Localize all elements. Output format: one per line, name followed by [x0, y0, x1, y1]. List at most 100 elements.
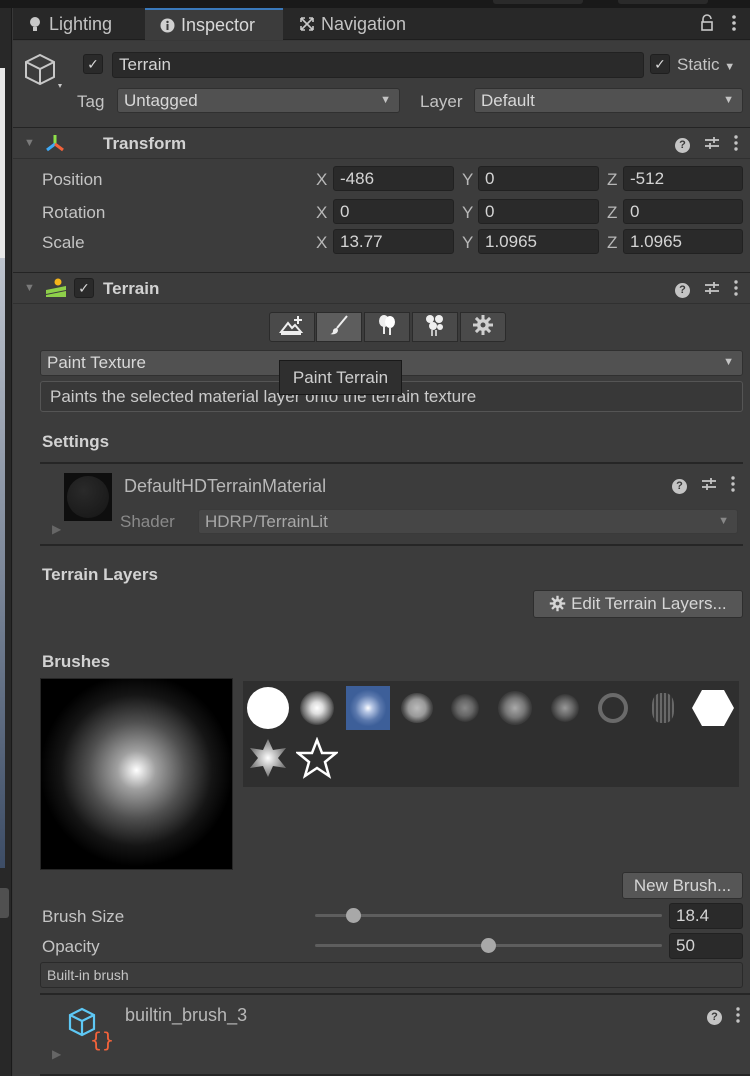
tool-terrain-settings[interactable] [460, 312, 506, 342]
brush-size-slider-track[interactable] [315, 914, 662, 917]
paintbrush-icon [328, 314, 350, 341]
brush-size-slider-thumb[interactable] [345, 908, 361, 923]
new-brush-button[interactable]: New Brush... [622, 872, 743, 899]
tab-label: Navigation [321, 13, 407, 34]
x-axis-label[interactable]: X [316, 170, 327, 190]
brush-asset-name: builtin_brush_3 [125, 1005, 248, 1025]
foldout-arrow-icon[interactable]: ▼ [24, 282, 35, 294]
scale-x-input[interactable]: 13.77 [333, 229, 454, 254]
tool-paint-details[interactable] [412, 312, 458, 342]
z-axis-label[interactable]: Z [607, 170, 617, 190]
opacity-input[interactable]: 50 [669, 933, 743, 959]
position-label: Position [42, 170, 103, 189]
foldout-arrow-icon[interactable]: ▼ [24, 137, 35, 149]
object-name-input[interactable]: Terrain [112, 52, 644, 78]
help-icon[interactable]: ? [675, 283, 690, 298]
terrain-component-header[interactable]: ▼ ✓ Terrain ? [13, 272, 750, 302]
more-options-icon[interactable] [731, 476, 735, 497]
more-options-icon[interactable] [734, 280, 738, 301]
divider [13, 303, 750, 304]
foldout-arrow-icon[interactable]: ▶ [52, 522, 61, 536]
brush-cells[interactable] [591, 686, 635, 730]
brush-star-soft[interactable] [246, 736, 290, 780]
more-options-icon[interactable] [732, 14, 736, 37]
brush-hexagon[interactable] [691, 686, 735, 730]
active-checkbox[interactable]: ✓ [83, 54, 103, 74]
static-dropdown[interactable]: Static ▼ [677, 55, 735, 75]
flowers-icon [423, 313, 447, 342]
left-panel-tab[interactable] [0, 888, 9, 918]
position-y-input[interactable]: 0 [478, 166, 599, 191]
tab-bar-actions [700, 14, 736, 37]
brush-gaussian[interactable] [346, 686, 390, 730]
brush-hard-circle[interactable] [246, 686, 290, 730]
x-axis-label[interactable]: X [316, 233, 327, 253]
brush-preview [40, 678, 233, 870]
terrain-icon [45, 278, 67, 303]
help-icon[interactable]: ? [675, 138, 690, 153]
scale-z-input[interactable]: 1.0965 [623, 229, 743, 254]
chevron-down-icon: ▼ [724, 61, 736, 73]
scale-y-input[interactable]: 1.0965 [478, 229, 599, 254]
shader-dropdown[interactable]: HDRP/TerrainLit ▼ [198, 509, 738, 534]
opacity-slider-thumb[interactable] [481, 938, 496, 953]
terrain-enabled-checkbox[interactable]: ✓ [74, 278, 94, 298]
tab-inspector[interactable]: Inspector [145, 8, 283, 40]
presets-icon[interactable] [704, 280, 720, 301]
tool-paint-trees[interactable] [364, 312, 410, 342]
lock-icon[interactable] [700, 14, 714, 37]
chevron-down-icon: ▼ [718, 515, 729, 527]
tab-lighting[interactable]: Lighting [13, 8, 126, 40]
gameobject-icon[interactable] [22, 52, 66, 99]
position-z-input[interactable]: -512 [623, 166, 743, 191]
left-panel-content-lower [0, 258, 5, 868]
material-header-actions: ? [672, 476, 735, 497]
presets-icon[interactable] [701, 476, 717, 497]
editor-tab-bar: Lighting Inspector Navigation [13, 8, 750, 40]
transform-title: Transform [103, 134, 187, 153]
rotation-x-input[interactable]: 0 [333, 199, 454, 224]
z-axis-label[interactable]: Z [607, 203, 617, 223]
brush-star-outline[interactable] [295, 736, 339, 780]
help-icon[interactable]: ? [672, 479, 687, 494]
brush-asset-actions: ? [707, 1007, 740, 1028]
more-options-icon[interactable] [734, 135, 738, 156]
brush-noise-1[interactable] [443, 686, 487, 730]
help-icon[interactable]: ? [707, 1010, 722, 1025]
tab-navigation[interactable]: Navigation [285, 8, 420, 40]
rotation-y-input[interactable]: 0 [478, 199, 599, 224]
brush-cloud[interactable] [395, 686, 439, 730]
scriptable-object-icon: {} [68, 1007, 114, 1058]
navigation-icon [299, 16, 315, 32]
shader-value: HDRP/TerrainLit [205, 512, 328, 531]
z-axis-label[interactable]: Z [607, 233, 617, 253]
tooltip: Paint Terrain [279, 360, 402, 395]
rotation-z-input[interactable]: 0 [623, 199, 743, 224]
foldout-arrow-icon[interactable]: ▶ [52, 1047, 61, 1061]
x-axis-label[interactable]: X [316, 203, 327, 223]
brush-soft-circle[interactable] [295, 686, 339, 730]
transform-component-header[interactable]: ▼ Transform ? [13, 127, 750, 157]
tool-paint-terrain[interactable] [316, 312, 362, 342]
layer-dropdown[interactable]: Default ▼ [474, 88, 743, 113]
y-axis-label[interactable]: Y [462, 170, 473, 190]
position-x-input[interactable]: -486 [333, 166, 454, 191]
brush-grass[interactable] [641, 686, 685, 730]
y-axis-label[interactable]: Y [462, 203, 473, 223]
edit-terrain-layers-button[interactable]: Edit Terrain Layers... [533, 590, 743, 618]
brush-noise-2[interactable] [493, 686, 537, 730]
brush-type-label: Built-in brush [40, 962, 743, 988]
layer-value: Default [481, 91, 535, 110]
more-options-icon[interactable] [736, 1007, 740, 1028]
presets-icon[interactable] [704, 135, 720, 156]
brush-size-input[interactable]: 18.4 [669, 903, 743, 929]
tag-dropdown[interactable]: Untagged ▼ [117, 88, 400, 113]
chevron-down-icon: ▼ [380, 94, 391, 106]
static-checkbox[interactable]: ✓ [650, 54, 670, 74]
brush-noise-3[interactable] [543, 686, 587, 730]
gear-icon [549, 594, 566, 619]
tab-label: Lighting [49, 13, 113, 34]
transform-icon [45, 134, 65, 157]
y-axis-label[interactable]: Y [462, 233, 473, 253]
tool-raise-lower-terrain[interactable] [269, 312, 315, 342]
